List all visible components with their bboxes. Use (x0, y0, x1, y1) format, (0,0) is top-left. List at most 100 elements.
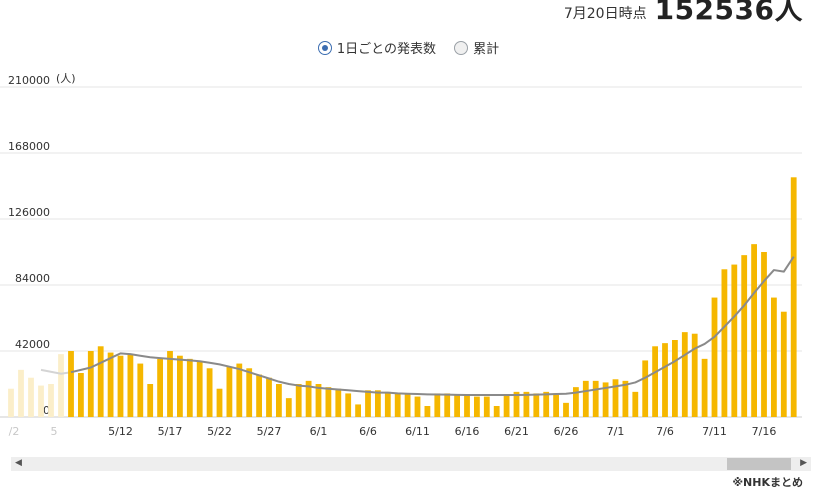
daily-bar (662, 343, 668, 417)
daily-bar (226, 366, 233, 417)
daily-bar (167, 351, 173, 417)
daily-bar (543, 391, 550, 417)
daily-bar (216, 388, 223, 417)
daily-bar (553, 393, 559, 417)
daily-bar (563, 402, 569, 417)
daily-bar (276, 384, 282, 417)
y-unit-label: (人) (56, 72, 76, 85)
daily-bar (771, 297, 777, 417)
daily-bar (186, 358, 193, 417)
y-tick-label: 84000 (15, 272, 50, 285)
daily-bar (285, 398, 292, 417)
scroll-right-icon[interactable]: ▶ (800, 458, 807, 468)
daily-bar (137, 363, 144, 417)
daily-radio[interactable] (317, 40, 332, 55)
faded-bar (58, 354, 64, 417)
horizontal-scrollbar[interactable]: ◀ ▶ (11, 457, 811, 471)
daily-bar (414, 396, 421, 417)
scrollbar-thumb[interactable] (727, 458, 791, 470)
daily-bar (365, 390, 371, 417)
x-tick-label: 7/11 (702, 425, 727, 438)
daily-option[interactable]: 1日ごとの発表数 (317, 38, 437, 57)
daily-bar (464, 395, 470, 417)
faded-x-tick-label: /2 (9, 425, 20, 438)
x-tick-label: 6/1 (310, 425, 328, 438)
daily-bar (325, 387, 332, 417)
daily-bar (78, 373, 84, 417)
daily-bar (196, 362, 203, 417)
daily-bar (335, 388, 342, 417)
daily-bar (780, 311, 787, 417)
daily-bar (652, 346, 658, 417)
y-tick-label: 210000 (8, 74, 50, 87)
x-tick-label: 6/11 (405, 425, 430, 438)
x-tick-label: 5/22 (207, 425, 232, 438)
x-tick-label: 6/6 (359, 425, 377, 438)
daily-bar (236, 363, 243, 417)
daily-bar (394, 393, 401, 417)
faded-bar (8, 388, 14, 417)
faded-bar (48, 384, 54, 417)
x-tick-label: 6/26 (554, 425, 579, 438)
x-tick-label: 5/27 (257, 425, 282, 438)
daily-bar (127, 354, 134, 417)
as-of-date: 7月20日時点 (563, 6, 647, 22)
y-tick-label: 42000 (15, 338, 50, 351)
daily-bar (424, 406, 431, 417)
daily-bar (672, 340, 678, 417)
daily-bar (177, 355, 183, 417)
daily-bar (711, 297, 718, 417)
daily-bar (483, 396, 490, 417)
daily-bar (87, 351, 94, 417)
daily-bar (721, 269, 728, 417)
daily-bar (582, 380, 589, 417)
x-tick-label: 5/17 (158, 425, 183, 438)
daily-bar (454, 395, 460, 417)
daily-bar (107, 352, 114, 417)
daily-bar (503, 395, 510, 417)
y-tick-label: 168000 (8, 140, 50, 153)
faded-bar (28, 377, 34, 417)
daily-bar (741, 255, 748, 417)
daily-bar (612, 379, 619, 417)
daily-bar (384, 391, 391, 417)
x-tick-label: 6/21 (504, 425, 529, 438)
daily-bar (751, 244, 757, 417)
x-tick-label: 5/7 (58, 425, 76, 438)
header: 7月20日時点 152536人 (564, 0, 803, 28)
x-tick-label: 7/16 (752, 425, 777, 438)
daily-bar (493, 406, 500, 417)
daily-bar (691, 333, 698, 417)
daily-bar (731, 264, 738, 417)
cumulative-radio[interactable] (454, 40, 469, 55)
cumulative-option[interactable]: 累計 (454, 38, 499, 57)
daily-bar (474, 396, 480, 417)
daily-bar (355, 404, 361, 417)
daily-bar (375, 390, 381, 417)
daily-bar (147, 384, 154, 417)
x-tick-label: 7/1 (607, 425, 625, 438)
daily-bar (266, 377, 272, 417)
daily-bar (404, 393, 411, 417)
total-count: 152536人 (654, 0, 803, 26)
scroll-left-icon[interactable]: ◀ (15, 458, 22, 468)
daily-option-label: 1日ごとの発表数 (336, 42, 437, 57)
x-tick-label: 5/12 (108, 425, 133, 438)
daily-bar (642, 360, 649, 417)
faded-x-tick-label: 5 (51, 425, 58, 438)
daily-bar (117, 355, 124, 417)
daily-bar (632, 391, 639, 417)
cumulative-option-label: 累計 (473, 42, 500, 57)
daily-bar (533, 393, 540, 417)
daily-bar (68, 351, 74, 417)
daily-bar (246, 368, 253, 417)
daily-bar (592, 380, 599, 417)
daily-bar (295, 384, 302, 417)
daily-bar (761, 252, 767, 417)
x-tick-label: 6/16 (455, 425, 480, 438)
daily-bar (681, 332, 688, 417)
daily-bar (97, 346, 104, 417)
daily-bar (622, 380, 629, 417)
daily-bar (790, 177, 797, 417)
faded-bar (18, 369, 24, 417)
